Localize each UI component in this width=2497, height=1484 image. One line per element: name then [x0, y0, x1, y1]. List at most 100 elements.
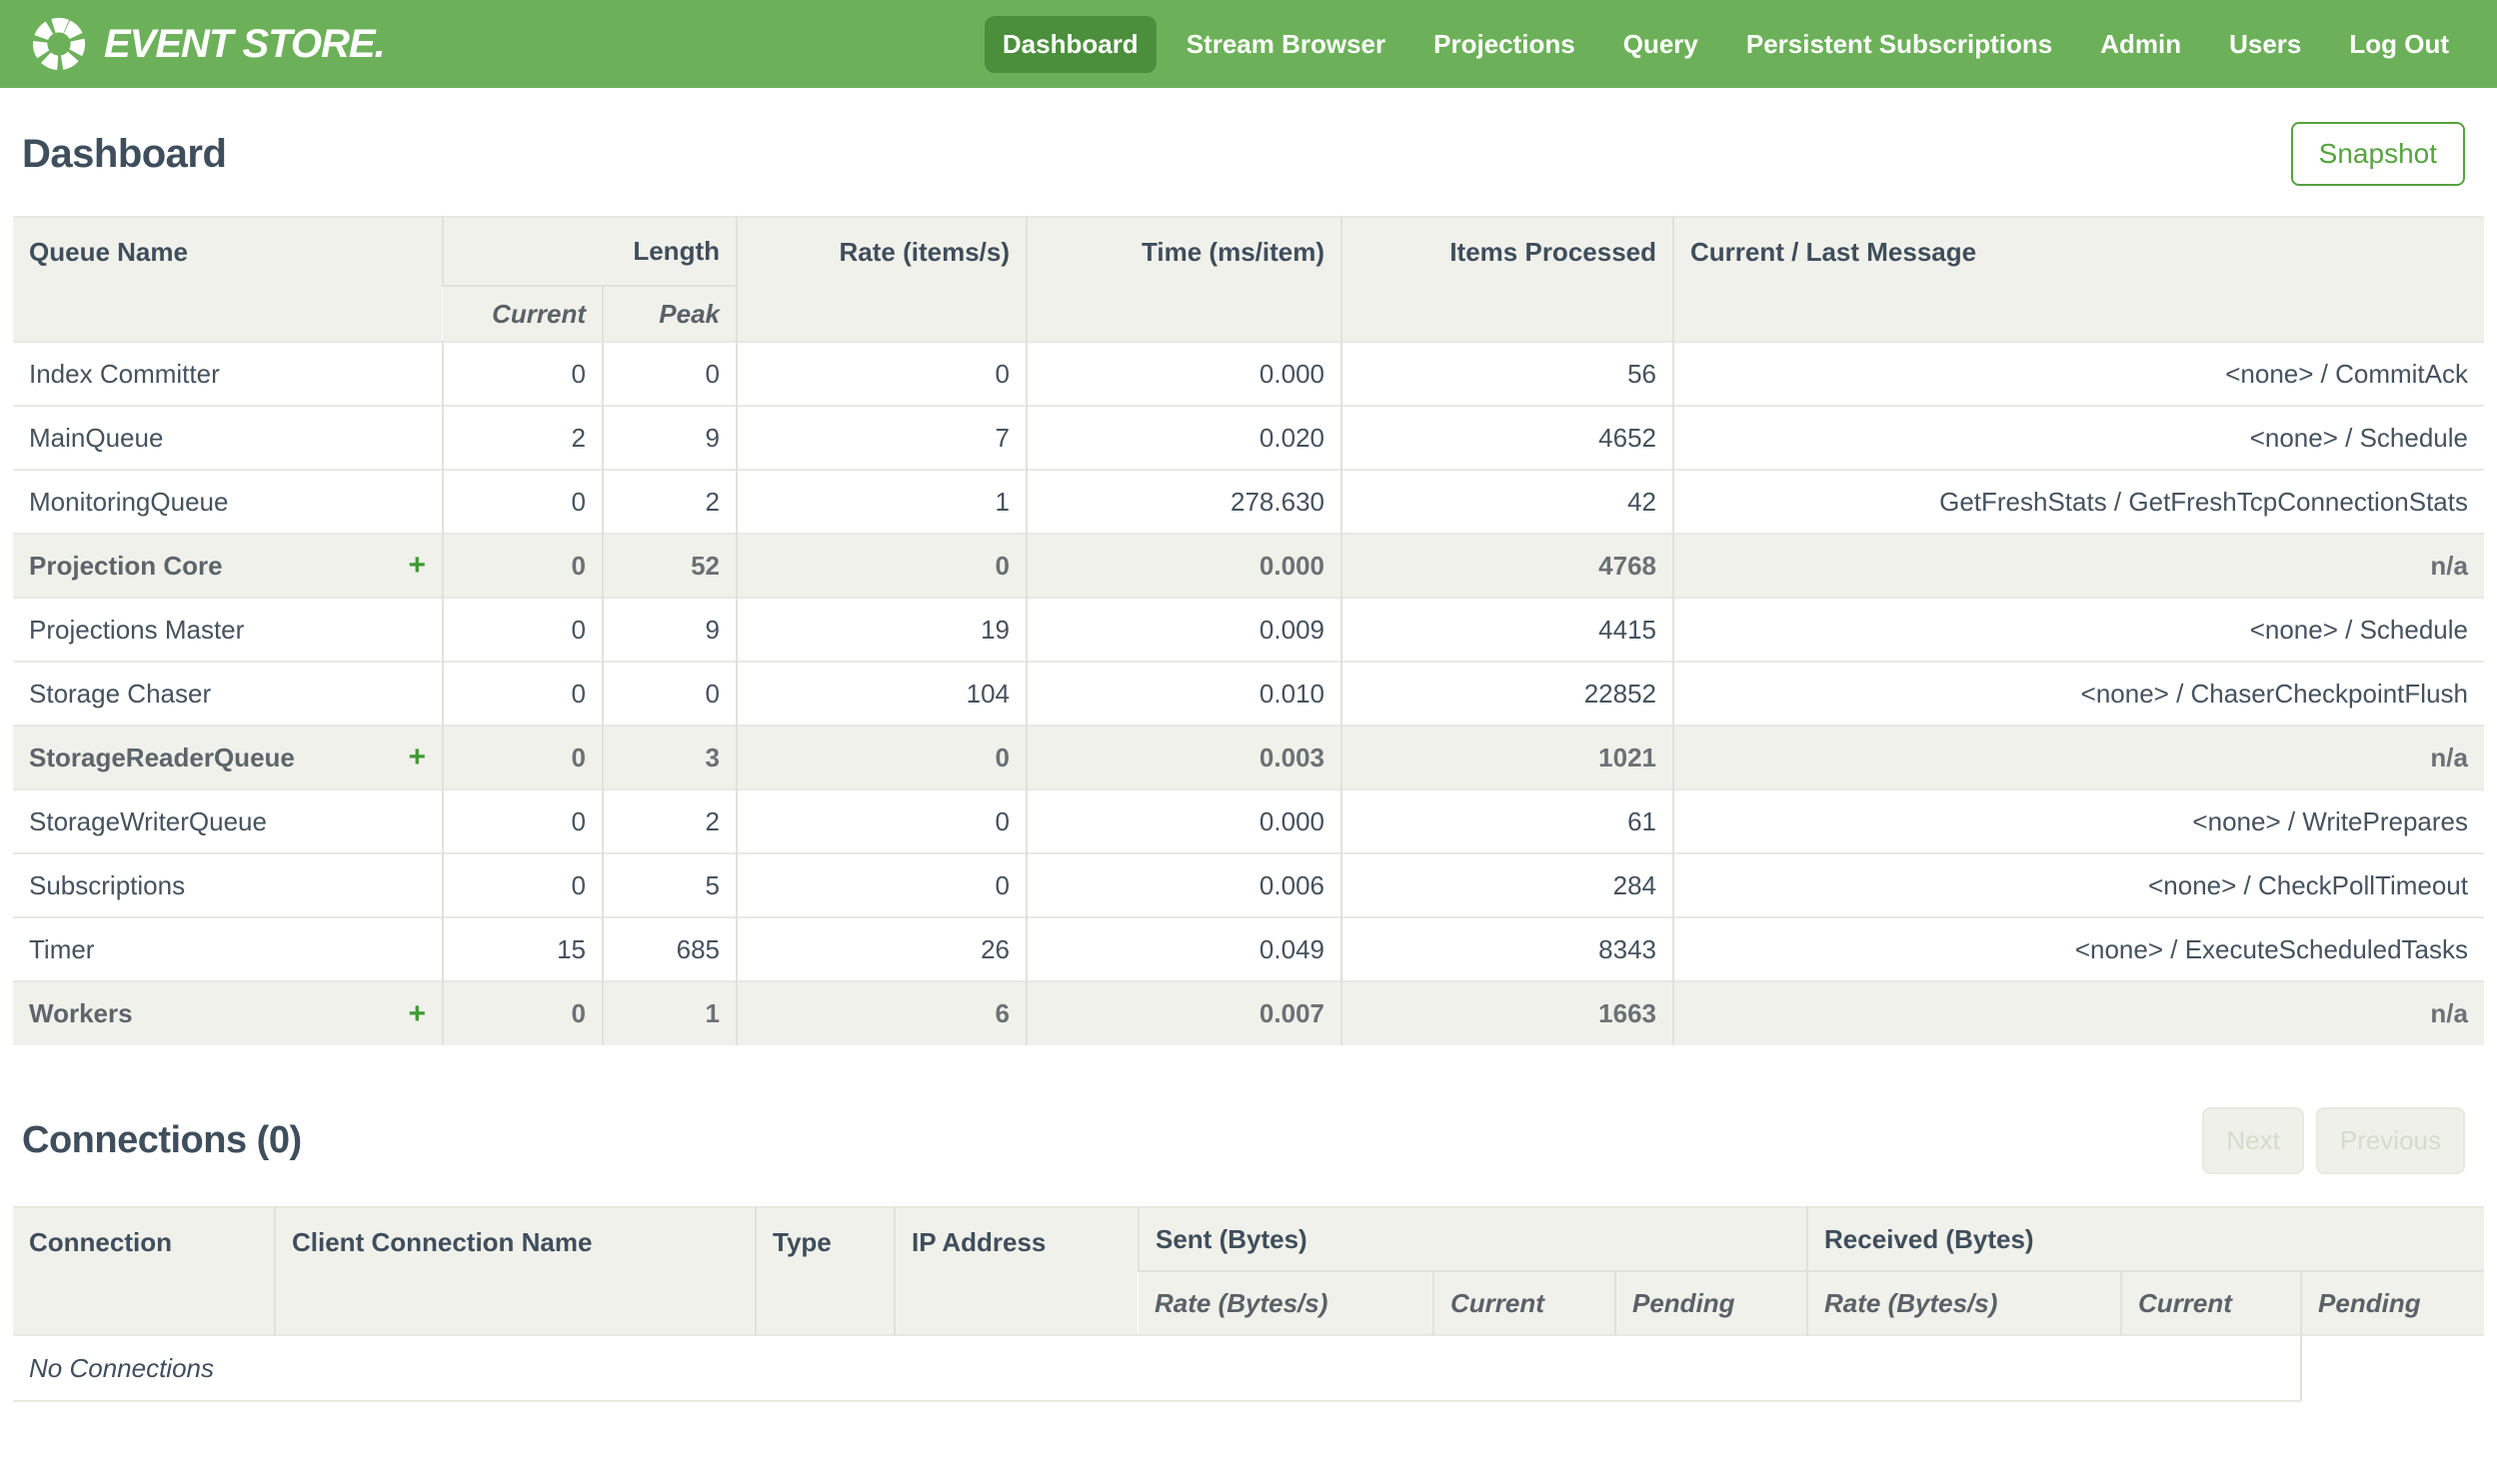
queue-name-cell: Timer — [13, 917, 443, 981]
queue-items-processed: 61 — [1340, 789, 1673, 853]
queue-current: 15 — [442, 917, 603, 981]
nav-item-users[interactable]: Users — [2211, 16, 2319, 73]
queue-row-storage-chaser: Storage Chaser 0 0 104 0.010 22852 <none> / Ch… — [13, 662, 2484, 726]
queue-name: Timer — [29, 933, 95, 964]
queue-name: Subscriptions — [29, 869, 186, 900]
queue-peak: 1 — [602, 981, 737, 1045]
queue-items-processed: 284 — [1340, 853, 1673, 917]
queue-name: Index Committer — [29, 358, 220, 389]
next-button[interactable]: Next — [2202, 1107, 2304, 1174]
queue-name: StorageReaderQueue — [29, 742, 295, 772]
queue-time: 0.010 — [1026, 662, 1341, 726]
col-header-sent-pending: Pending — [1613, 1271, 1808, 1335]
queue-row-projections-master: Projections Master 0 9 19 0.009 4415 <none> / … — [13, 598, 2484, 662]
previous-button[interactable]: Previous — [2315, 1107, 2465, 1174]
expand-plus-icon[interactable]: + — [408, 998, 426, 1029]
queue-time: 0.006 — [1026, 853, 1341, 917]
queue-current: 0 — [442, 726, 603, 789]
queue-rate: 0 — [736, 726, 1027, 789]
col-header-peak: Peak — [602, 286, 737, 342]
nav-item-query[interactable]: Query — [1605, 16, 1716, 73]
queue-row-workers: Workers +0 1 6 0.007 1663 n/a — [13, 981, 2484, 1045]
queue-name-cell: Projections Master — [13, 598, 443, 662]
queue-message: n/a — [1672, 534, 2484, 598]
queue-name-cell: Subscriptions — [13, 853, 443, 917]
main-nav: Dashboard Stream Browser Projections Query P… — [984, 15, 2467, 73]
queue-items-processed: 1663 — [1340, 981, 1673, 1045]
queue-peak: 3 — [602, 726, 737, 789]
queue-time: 0.000 — [1026, 342, 1341, 406]
queue-name: StorageWriterQueue — [29, 805, 267, 836]
queue-message: n/a — [1672, 981, 2484, 1045]
snapshot-button[interactable]: Snapshot — [2290, 122, 2465, 186]
col-header-received-rate: Rate (Bytes/s) — [1806, 1271, 2122, 1335]
queue-rate: 0 — [736, 789, 1027, 853]
top-navbar: EVENT STORE. Dashboard Stream Browser Proj… — [0, 0, 2497, 88]
connections-head: Connections (0) Next Previous — [0, 1045, 2497, 1206]
queue-message: <none> / CommitAck — [1672, 342, 2484, 406]
queue-current: 0 — [442, 853, 603, 917]
queue-items-processed: 22852 — [1340, 662, 1673, 726]
nav-item-persistent-subscriptions[interactable]: Persistent Subscriptions — [1728, 16, 2070, 73]
queue-peak: 52 — [602, 534, 737, 598]
queue-time: 0.007 — [1026, 981, 1341, 1045]
nav-item-projections[interactable]: Projections — [1415, 16, 1593, 73]
no-connections-row: No Connections — [13, 1335, 2484, 1402]
col-header-queue-name: Queue Name — [13, 217, 443, 342]
queue-message: <none> / ExecuteScheduledTasks — [1672, 917, 2484, 981]
queue-message: n/a — [1672, 726, 2484, 789]
no-connections-message: No Connections — [13, 1335, 2303, 1402]
queue-time: 0.049 — [1026, 917, 1341, 981]
expand-plus-icon[interactable]: + — [408, 742, 426, 772]
queue-peak: 5 — [602, 853, 737, 917]
queue-name-cell: MainQueue — [13, 406, 443, 470]
col-header-sent-rate: Rate (Bytes/s) — [1139, 1271, 1433, 1335]
queue-time: 0.003 — [1026, 726, 1341, 789]
queues-table-header: Queue Name Length Rate (items/s) Time (m… — [13, 217, 2484, 342]
connections-title: Connections (0) — [22, 1119, 302, 1161]
queue-row-subscriptions: Subscriptions 0 5 0 0.006 284 <none> / CheckPo… — [13, 853, 2484, 917]
queue-name-cell: Workers + — [13, 981, 443, 1045]
queue-peak: 2 — [602, 470, 737, 534]
event-store-logo-icon — [32, 17, 86, 71]
queue-items-processed: 8343 — [1340, 917, 1673, 981]
brand: EVENT STORE. — [30, 15, 386, 73]
col-header-rate: Rate (items/s) — [736, 217, 1027, 342]
queue-peak: 2 — [602, 789, 737, 853]
queue-peak: 9 — [602, 406, 737, 470]
queue-name-cell: StorageReaderQueue + — [13, 726, 443, 789]
queue-current: 0 — [442, 981, 603, 1045]
nav-item-admin[interactable]: Admin — [2082, 16, 2199, 73]
col-header-current: Current — [443, 286, 603, 342]
queue-peak: 9 — [602, 598, 737, 662]
queue-rate: 7 — [736, 406, 1027, 470]
queue-row-index-committer: Index Committer 0 0 0 0.000 56 <none> / Commit… — [13, 342, 2484, 406]
nav-item-log-out[interactable]: Log Out — [2331, 16, 2467, 73]
queue-current: 0 — [442, 534, 603, 598]
queue-peak: 685 — [602, 917, 737, 981]
nav-item-dashboard[interactable]: Dashboard — [984, 15, 1157, 73]
queue-message: <none> / CheckPollTimeout — [1672, 853, 2484, 917]
queue-rate: 0 — [736, 342, 1027, 406]
queue-row-storagereaderqueue: StorageReaderQueue +0 3 0 0.003 1021 n/a — [13, 726, 2484, 789]
connections-table-header: Connection Client Connection Name Type I… — [13, 1207, 2484, 1335]
queue-row-monitoringqueue: MonitoringQueue 0 2 1 278.630 42 GetFreshStats… — [13, 470, 2484, 534]
queue-time: 0.009 — [1026, 598, 1341, 662]
queues-table-body: Index Committer 0 0 0 0.000 56 <none> / Commit… — [13, 342, 2484, 1045]
queue-message: <none> / WritePrepares — [1672, 789, 2484, 853]
expand-plus-icon[interactable]: + — [408, 551, 426, 581]
col-header-message: Current / Last Message — [1672, 217, 2484, 342]
queue-row-mainqueue: MainQueue 2 9 7 0.020 4652 <none> / Schedule — [13, 406, 2484, 470]
col-header-client-connection-name: Client Connection Name — [274, 1207, 756, 1335]
queue-row-storagewriterqueue: StorageWriterQueue 0 2 0 0.000 61 <none> / Wri… — [13, 789, 2484, 853]
queue-items-processed: 1021 — [1340, 726, 1673, 789]
queue-items-processed: 4652 — [1340, 406, 1673, 470]
queue-name-cell: Index Committer — [13, 342, 443, 406]
queue-row-projection-core: Projection Core +0 52 0 0.000 4768 n/a — [13, 534, 2484, 598]
connections-pager: Next Previous — [2202, 1107, 2465, 1174]
page-head: Dashboard Snapshot — [0, 88, 2497, 216]
queue-current: 0 — [442, 598, 603, 662]
col-header-type: Type — [755, 1207, 895, 1335]
nav-item-stream-browser[interactable]: Stream Browser — [1169, 16, 1403, 73]
queue-current: 0 — [442, 342, 603, 406]
